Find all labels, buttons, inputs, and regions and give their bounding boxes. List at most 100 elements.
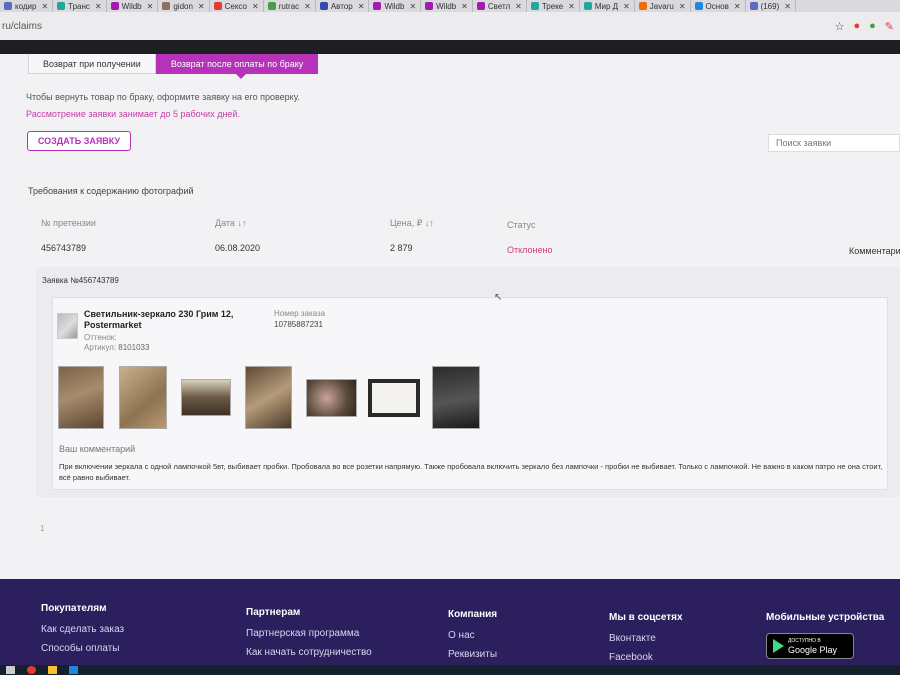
close-icon[interactable]: ✕ [252, 2, 259, 11]
claim-photo-1[interactable] [58, 366, 104, 429]
google-play-icon [773, 639, 784, 653]
footer-partners-title: Партнерам [246, 607, 301, 618]
footer-company-title: Компания [448, 609, 498, 620]
row-comment-link[interactable]: Комментари [849, 246, 900, 256]
close-icon[interactable]: ✕ [147, 2, 154, 11]
browser-tab-strip: кодир ✕ Транс ✕ Wildb ✕ gidon ✕ Сексо ✕ rutrac ✕ Авт… [0, 0, 900, 12]
close-icon[interactable]: ✕ [461, 2, 468, 11]
footer-buyers-title: Покупателям [41, 603, 107, 614]
browser-tab[interactable]: Трекe ✕ [527, 0, 580, 12]
claim-photo-5[interactable] [306, 379, 357, 417]
product-name[interactable]: Светильник-зеркало 230 Грим 12, Posterma… [84, 309, 259, 331]
sort-icon[interactable]: ↓↑ [237, 218, 246, 228]
browser-tab-label: Светл [487, 1, 511, 11]
app-icon[interactable] [69, 666, 78, 674]
row-price: 2 879 [390, 243, 413, 253]
footer-company: Компания О нас Реквизиты [448, 609, 497, 668]
browser-tab-label: (169) [760, 1, 780, 11]
close-icon[interactable]: ✕ [515, 2, 522, 11]
header-date[interactable]: Дата ↓↑ [215, 218, 246, 228]
order-number-label: Номер заказа [274, 309, 326, 318]
opera-icon[interactable]: ● [853, 20, 860, 32]
claim-photo-7[interactable] [432, 366, 480, 429]
browser-tab[interactable]: Сексо ✕ [210, 0, 264, 12]
article-label: Артикул: [84, 343, 117, 352]
browser-tab-label: Мир Д [594, 1, 619, 11]
start-icon[interactable] [6, 666, 15, 674]
claim-photo-6[interactable] [368, 379, 420, 417]
close-icon[interactable]: ✕ [784, 2, 791, 11]
browser-tab-label: Транс [68, 1, 90, 11]
bookmark-star-icon[interactable]: ☆ [835, 20, 845, 33]
pagination[interactable]: 1 [40, 524, 44, 533]
close-icon[interactable]: ✕ [568, 2, 575, 11]
browser-tab-label: Wildb [436, 1, 457, 11]
footer-link-cooperation[interactable]: Как начать сотрудничество [246, 647, 372, 658]
status-badge: Отклонено [507, 245, 553, 255]
close-icon[interactable]: ✕ [734, 2, 741, 11]
extension-icon[interactable]: ● [869, 20, 876, 32]
folder-icon[interactable] [48, 666, 57, 674]
browser-tab-label: Javaru [649, 1, 674, 11]
browser-tab[interactable]: (169) ✕ [746, 0, 796, 12]
site-header-band [0, 40, 900, 54]
sort-icon[interactable]: ↓↑ [425, 218, 434, 228]
claim-photo-3[interactable] [181, 379, 231, 416]
browser-tab[interactable]: Транс ✕ [53, 0, 107, 12]
create-claim-button[interactable]: СОЗДАТЬ ЗАЯВКУ [27, 131, 131, 151]
browser-tab[interactable]: Wildb ✕ [107, 0, 159, 12]
claim-card: Светильник-зеркало 230 Грим 12, Posterma… [52, 297, 888, 490]
browser-tab[interactable]: Основ ✕ [691, 0, 746, 12]
os-taskbar [0, 665, 900, 675]
browser-tab[interactable]: Автор ✕ [316, 0, 370, 12]
row-date: 06.08.2020 [215, 243, 261, 253]
browser-tab[interactable]: Мир Д ✕ [580, 0, 635, 12]
close-icon[interactable]: ✕ [358, 2, 365, 11]
site-footer: Покупателям Как сделать заказ Способы оп… [0, 579, 900, 665]
browser-tab[interactable]: Светл ✕ [473, 0, 527, 12]
header-price[interactable]: Цена, ₽ ↓↑ [390, 218, 434, 229]
footer-link-about[interactable]: О нас [448, 630, 497, 641]
claim-photo-2[interactable] [119, 366, 167, 429]
photo-requirements-link[interactable]: Требования к содержанию фотографий [28, 186, 194, 196]
close-icon[interactable]: ✕ [623, 2, 630, 11]
tab-return-on-receipt[interactable]: Возврат при получении [28, 54, 156, 74]
footer-link-payment[interactable]: Способы оплаты [41, 643, 124, 654]
footer-link-facebook[interactable]: Facebook [609, 652, 683, 663]
url-field[interactable]: ru/claims [2, 21, 835, 32]
order-number-value: 10785887231 [274, 320, 323, 329]
search-claim-input[interactable] [768, 134, 900, 152]
browser-tab-label: Основ [705, 1, 729, 11]
close-icon[interactable]: ✕ [304, 2, 311, 11]
comment-text: При включении зеркала с одной лампочкой … [59, 462, 883, 482]
close-icon[interactable]: ✕ [198, 2, 205, 11]
close-icon[interactable]: ✕ [41, 2, 48, 11]
tab-favicon-icon [530, 2, 539, 10]
row-claim-no[interactable]: 456743789 [41, 243, 86, 253]
browser-tab-label: Wildb [121, 1, 142, 11]
claim-photo-4[interactable] [245, 366, 292, 429]
browser-tab[interactable]: кодир ✕ [0, 0, 54, 12]
tab-favicon-icon [57, 2, 66, 10]
return-tabs: Возврат при получении Возврат после опла… [28, 54, 319, 79]
footer-link-requisites[interactable]: Реквизиты [448, 649, 497, 660]
extension-icon[interactable]: ✎ [885, 20, 894, 33]
google-play-button[interactable]: ДОСТУПНО В Google Play [766, 633, 854, 659]
claim-details: Заявка №456743789 Светильник-зеркало 230… [36, 267, 900, 497]
close-icon[interactable]: ✕ [95, 2, 102, 11]
header-status: Статус [507, 220, 536, 230]
browser-tab[interactable]: Wildb ✕ [369, 0, 422, 12]
browser-tab-label: кодир [15, 1, 37, 11]
browser-tab[interactable]: Wildb ✕ [421, 0, 473, 12]
browser-tab[interactable]: Javaru ✕ [635, 0, 691, 12]
footer-link-partner-program[interactable]: Партнерская программа [246, 628, 372, 639]
close-icon[interactable]: ✕ [679, 2, 686, 11]
browser-tab[interactable]: rutrac ✕ [264, 0, 316, 12]
footer-link-vkontakte[interactable]: Вконтакте [609, 633, 683, 644]
browser-tab[interactable]: gidon ✕ [158, 0, 210, 12]
tab-return-after-payment[interactable]: Возврат после оплаты по браку [155, 54, 319, 79]
footer-link-how-to-order[interactable]: Как сделать заказ [41, 624, 124, 635]
close-icon[interactable]: ✕ [409, 2, 416, 11]
chrome-icon[interactable] [27, 666, 36, 674]
product-thumbnail[interactable] [57, 313, 78, 339]
